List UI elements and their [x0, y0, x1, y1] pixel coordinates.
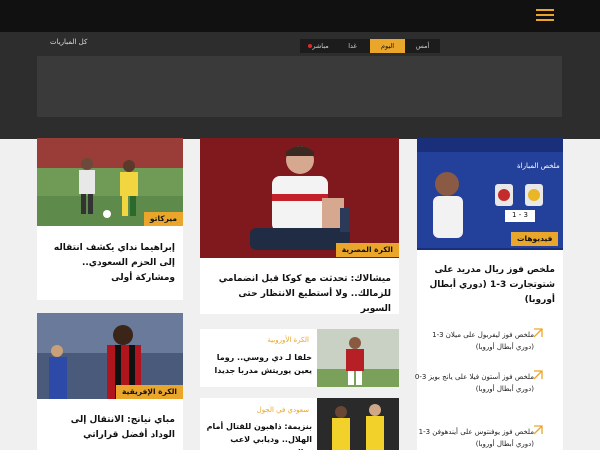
list-item[interactable]: ملخص فوز ليفربول على ميلان 3-1 (دوري أبط…	[412, 329, 534, 353]
tab-label: أمس	[415, 42, 430, 50]
tab-label: اليوم	[380, 42, 395, 50]
list-item[interactable]: ملخص فوز يوفنتوس على أيندهوفن 3-1 (دوري …	[412, 426, 534, 450]
news-title[interactable]: بنزيمة: ذاهبون للقتال أمام الهلال.. وديا…	[206, 420, 312, 450]
tab-yesterday[interactable]: أمس	[405, 39, 440, 53]
hamburger-menu-icon[interactable]	[536, 9, 554, 23]
news-card[interactable]: سعودي في الجول بنزيمة: ذاهبون للقتال أما…	[200, 398, 399, 450]
category-label: الكرة الأوروبية	[267, 336, 309, 344]
play-arrow-icon	[533, 370, 543, 380]
category-badge: الكرة الإفريقية	[115, 385, 183, 399]
category-badge: فيديوهات	[511, 232, 559, 246]
news-title[interactable]: مباي نيانج: الانتقال إلى الوداد أفضل قرا…	[45, 413, 175, 443]
news-card[interactable]: الكرة الإفريقية مباي نيانج: الانتقال إلى…	[37, 313, 183, 450]
news-image	[317, 329, 399, 387]
category-badge: ميركاتو	[143, 212, 183, 226]
day-tabs: أمس اليوم غدا مباشر	[300, 39, 440, 53]
tab-tomorrow[interactable]: غدا	[335, 39, 370, 53]
play-arrow-icon	[533, 328, 543, 338]
news-title[interactable]: خلفا لـ دي روسي.. روما يعين يوريتش مدربا…	[206, 351, 312, 377]
news-title[interactable]: ميشالاك: تحدثت مع كوكا قبل انضمامي للزما…	[208, 272, 391, 314]
matches-panel	[37, 56, 562, 117]
tab-label: مباشر	[312, 42, 329, 50]
news-image	[200, 138, 399, 258]
news-title[interactable]: إبراهيما نداي يكشف انتقاله إلى الحزم الس…	[45, 241, 175, 286]
category-label: سعودي في الجول	[256, 406, 309, 414]
news-card[interactable]: الكرة المصرية ميشالاك: تحدثت مع كوكا قبل…	[200, 138, 399, 314]
category-badge: الكرة المصرية	[335, 243, 399, 257]
news-card[interactable]: ميركاتو إبراهيما نداي يكشف انتقاله إلى ا…	[37, 138, 183, 300]
video-card[interactable]: ملخص المباراة 1 - 3 فيديوهات	[417, 138, 563, 250]
news-card[interactable]: الكرة الأوروبية خلفا لـ دي روسي.. روما ي…	[200, 329, 399, 387]
tab-today[interactable]: اليوم	[370, 39, 405, 53]
video-score: 1 - 3	[512, 211, 528, 219]
tab-live[interactable]: مباشر	[300, 39, 335, 53]
video-overlay-label: ملخص المباراة	[517, 162, 560, 170]
video-title[interactable]: ملخص فوز ريال مدريد على شتوتجارت 3-1 (دو…	[427, 263, 555, 308]
all-matches-link[interactable]: كل المباريات	[50, 38, 87, 46]
list-item[interactable]: ملخص فوز أستون فيلا على يانج بويز 3-0 (د…	[412, 371, 534, 395]
play-arrow-icon	[533, 425, 543, 435]
tab-label: غدا	[348, 42, 357, 50]
news-image	[317, 398, 399, 450]
top-bar	[0, 0, 600, 32]
